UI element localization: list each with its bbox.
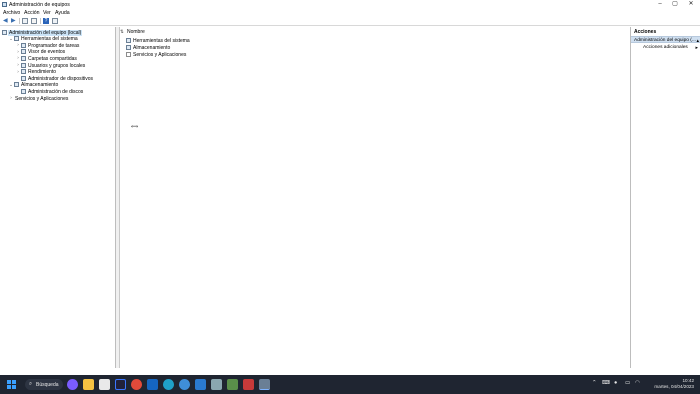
maximize-icon[interactable]: ▢: [667, 0, 683, 9]
forward-arrow-icon[interactable]: ▶: [11, 18, 17, 24]
tree-node-icon: [2, 29, 7, 35]
list-item-label: Servicios y Aplicaciones: [133, 52, 187, 58]
tree-item-label: Servicios y Aplicaciones: [15, 95, 69, 102]
action-label: Acciones adicionales: [643, 45, 688, 50]
clock-date: martes, 04/04/2023: [654, 384, 694, 389]
app-icon[interactable]: [243, 379, 254, 390]
tools-icon: [126, 38, 131, 43]
chevron-right-icon[interactable]: ›: [16, 49, 20, 55]
results-pane: ⇅ Nombre Herramientas del sistema Almace…: [120, 27, 630, 368]
file-explorer-icon[interactable]: [83, 379, 94, 390]
chevron-right-icon[interactable]: ›: [9, 95, 13, 101]
computer-management-icon: [2, 1, 7, 7]
show-hide-tree-icon[interactable]: [22, 18, 28, 24]
computer-management-taskbar-icon[interactable]: [259, 379, 270, 390]
tree-node-icon: [21, 42, 26, 48]
keyboard-icon[interactable]: ⌨: [602, 380, 610, 386]
microphone-icon[interactable]: ●: [614, 380, 617, 386]
title-bar: Administración de equipos – ▢ ✕: [0, 0, 700, 9]
tree-node-icon: [21, 56, 26, 62]
tree-item-label: Almacenamiento: [21, 82, 59, 89]
chevron-right-icon[interactable]: ›: [16, 69, 20, 75]
tree-item-label: Administrador de dispositivos: [28, 75, 94, 82]
chevron-down-icon[interactable]: ⌄: [9, 82, 13, 88]
chevron-down-icon[interactable]: ⌄: [9, 36, 13, 42]
vscode-icon[interactable]: [195, 379, 206, 390]
collapse-arrow-icon[interactable]: ▴: [696, 38, 699, 44]
browser-icon[interactable]: [179, 379, 190, 390]
tree-node-icon: [14, 82, 19, 88]
tree-node-icon: [21, 69, 26, 75]
show-hide-actions-icon[interactable]: [52, 18, 58, 24]
tree-node-icon: [21, 62, 26, 68]
tree-item-label: Administración del equipo (local): [8, 29, 83, 36]
tree-node-icon: [21, 89, 26, 95]
chat-app-icon[interactable]: [67, 379, 78, 390]
menu-bar: Archivo Acción Ver Ayuda: [0, 9, 700, 16]
tree-node-icon: [21, 49, 26, 55]
back-arrow-icon[interactable]: ◀: [3, 18, 9, 24]
submenu-arrow-icon: ▸: [695, 44, 698, 51]
mouse-cursor-icon: ⟺: [131, 124, 139, 130]
search-label: Búsqueda: [36, 382, 59, 388]
photoshop-icon[interactable]: [115, 379, 126, 390]
tree-item-label: Administración de discos: [28, 88, 84, 95]
tree-item-label: Herramientas del sistema: [21, 36, 78, 43]
toolbar: ◀ ▶ ?: [0, 16, 700, 26]
help-icon[interactable]: ?: [43, 18, 49, 24]
app-icon[interactable]: [227, 379, 238, 390]
actions-pane: Acciones Administración del equipo (... …: [630, 27, 700, 368]
tree-item-label: Usuarios y grupos locales: [28, 62, 86, 69]
taskbar-search[interactable]: ⌕ Búsqueda: [25, 379, 63, 390]
toolbar-separator: [40, 18, 41, 24]
app-icon[interactable]: [211, 379, 222, 390]
tree-item-label: Carpetas compartidas: [28, 55, 77, 62]
storage-icon: [126, 45, 131, 50]
column-header-nombre[interactable]: Nombre: [127, 29, 145, 35]
properties-icon[interactable]: [31, 18, 37, 24]
chevron-right-icon[interactable]: ›: [16, 55, 20, 61]
header-sort-icon: ⇅: [120, 29, 124, 34]
clock[interactable]: 10:42 martes, 04/04/2023: [654, 378, 694, 390]
wifi-icon[interactable]: ◠: [635, 380, 640, 386]
taskbar: ⌕ Búsqueda ⌃ ⌨ ● ▭ ◠ 10:42 martes, 04/04…: [0, 375, 700, 394]
actions-section-header[interactable]: Administración del equipo (... ▴: [631, 36, 700, 44]
chevron-up-icon[interactable]: ⌃: [592, 380, 597, 386]
action-more-actions[interactable]: Acciones adicionales ▸: [631, 44, 700, 51]
tree-node-icon: [21, 75, 26, 81]
tree-item-label: Visor de eventos: [28, 49, 66, 56]
actions-section-label: Administración del equipo (...: [634, 38, 696, 43]
window-title: Administración de equipos: [9, 1, 70, 8]
outlook-icon[interactable]: [147, 379, 158, 390]
tree-item-label: Programador de tareas: [28, 42, 80, 49]
chevron-right-icon[interactable]: ›: [16, 62, 20, 68]
list-item-label: Herramientas del sistema: [133, 38, 190, 44]
close-icon[interactable]: ✕: [683, 0, 699, 9]
chevron-right-icon[interactable]: ›: [16, 42, 20, 48]
display-icon[interactable]: ▭: [625, 380, 630, 386]
tree-item-label: Rendimiento: [28, 69, 57, 76]
list-item-label: Almacenamiento: [133, 45, 171, 51]
chrome-icon[interactable]: [131, 379, 142, 390]
minimize-icon[interactable]: –: [652, 0, 668, 9]
store-icon[interactable]: [99, 379, 110, 390]
services-icon: [126, 52, 131, 57]
toolbar-separator: [19, 18, 20, 24]
actions-title: Acciones: [634, 29, 657, 35]
list-header[interactable]: ⇅ Nombre: [120, 27, 630, 35]
console-tree: Administración del equipo (local) ⌄ Herram…: [0, 27, 116, 368]
edge-icon[interactable]: [163, 379, 174, 390]
windows-start-icon[interactable]: [7, 380, 16, 389]
search-icon: ⌕: [29, 381, 33, 387]
tree-node-icon: [14, 36, 19, 42]
